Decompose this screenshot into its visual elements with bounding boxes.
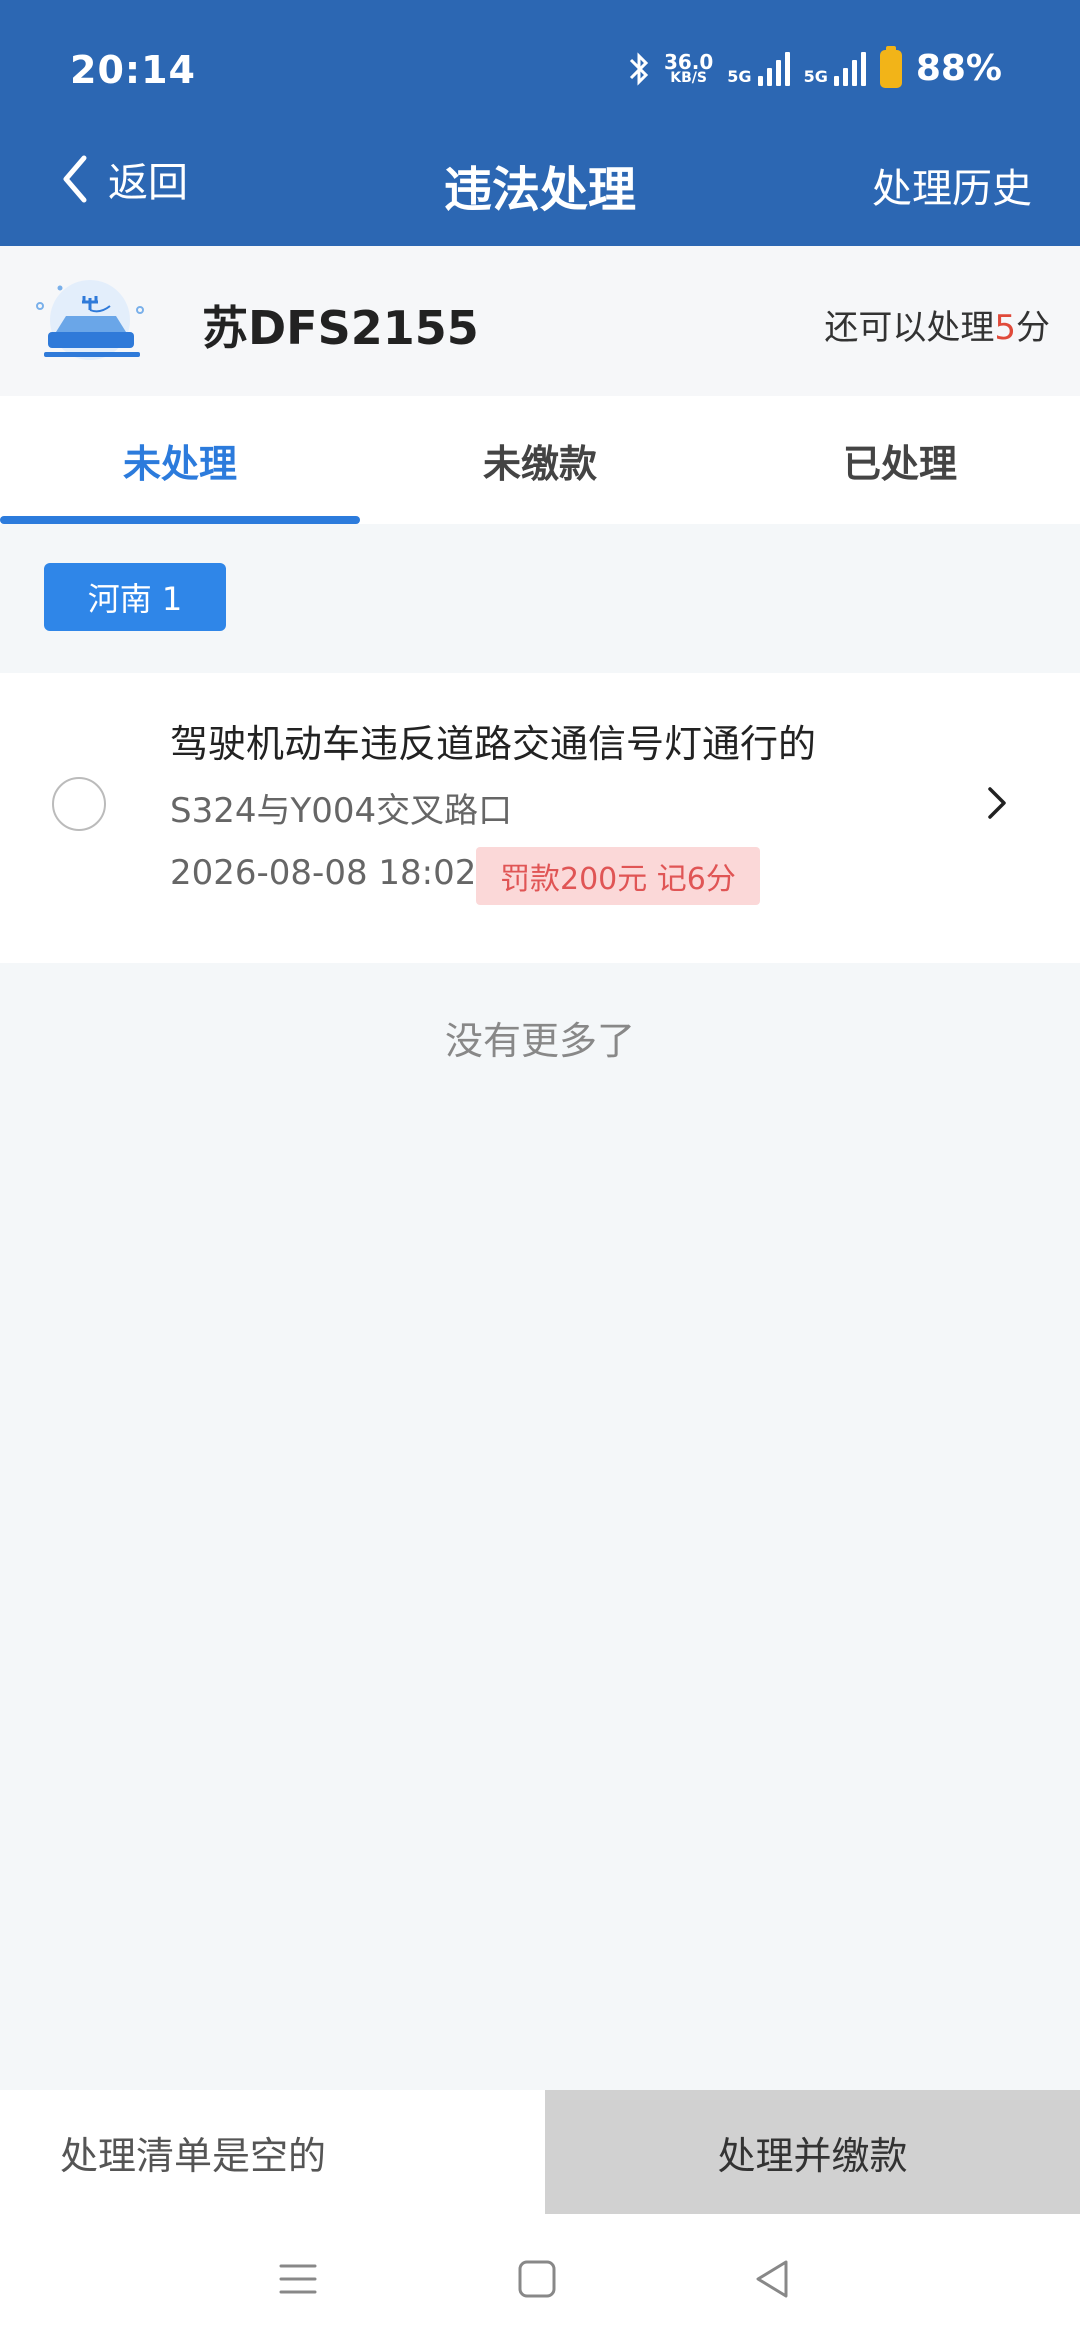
signal-icon — [757, 51, 790, 86]
region-chip[interactable]: 河南 1 — [44, 563, 226, 631]
back-button[interactable]: 返回 — [60, 150, 188, 208]
remaining-count: 5 — [994, 308, 1016, 348]
sim1-label: 5G — [727, 66, 752, 86]
plate-number: 苏DFS2155 — [202, 301, 479, 355]
status-bar: 20:14 36.0 KB/S 5G 5G 88% — [0, 0, 1080, 140]
system-nav-bar — [0, 2214, 1080, 2344]
status-time: 20:14 — [70, 48, 196, 92]
chevron-left-icon — [63, 155, 87, 203]
bluetooth-icon — [629, 51, 649, 86]
menu-icon[interactable] — [273, 2254, 323, 2304]
sim1-signal: 5G — [727, 51, 790, 86]
net-speed-value: 36.0 — [663, 49, 714, 74]
battery-level: 88% — [915, 48, 1002, 89]
header: 20:14 36.0 KB/S 5G 5G 88% 返回 违法处理 处理历史 — [0, 0, 1080, 246]
violation-location: S324与Y004交叉路口 — [170, 791, 513, 831]
list-end-text: 没有更多了 — [444, 1019, 635, 1063]
violation-item[interactable]: 驾驶机动车违反道路交通信号灯通行的 S324与Y004交叉路口 2026-08-… — [0, 673, 1080, 963]
net-speed-unit: KB/S — [670, 69, 707, 86]
violation-time: 2026-08-08 18:02 — [170, 853, 477, 893]
penalty-badge: 罚款200元 记6分 — [476, 847, 760, 905]
tab-unprocessed[interactable]: 未处理 — [0, 396, 360, 524]
battery-icon — [879, 45, 902, 88]
electric-car-icon — [36, 280, 144, 360]
tab-bar: 未处理 未缴款 已处理 — [0, 396, 1080, 524]
bottom-action-bar: 处理清单是空的 处理并缴款 — [0, 2090, 1080, 2214]
back-label: 返回 — [108, 160, 188, 206]
home-icon[interactable] — [512, 2254, 562, 2304]
history-button[interactable]: 处理历史 — [872, 156, 1032, 214]
process-pay-button[interactable]: 处理并缴款 — [545, 2090, 1080, 2214]
remaining-suffix: 分 — [1016, 308, 1050, 348]
back-triangle-icon[interactable] — [748, 2254, 798, 2304]
tab-processed[interactable]: 已处理 — [720, 396, 1080, 524]
vehicle-card: 苏DFS2155 还可以处理5分 — [0, 246, 1080, 396]
net-speed: 36.0 KB/S — [663, 49, 714, 86]
sim2-label: 5G — [803, 66, 828, 86]
status-icons: 36.0 KB/S 5G 5G 88% — [628, 45, 1002, 89]
chevron-right-icon[interactable] — [982, 783, 1012, 823]
nav-bar: 返回 违法处理 处理历史 — [0, 140, 1080, 246]
signal-icon — [833, 51, 866, 86]
remaining-points: 还可以处理5分 — [824, 300, 1050, 349]
select-checkbox[interactable] — [52, 777, 106, 831]
cart-status: 处理清单是空的 — [0, 2090, 545, 2214]
violation-title: 驾驶机动车违反道路交通信号灯通行的 — [170, 722, 817, 766]
violation-page: 20:14 36.0 KB/S 5G 5G 88% 返回 违法处理 处理历史 苏… — [0, 0, 1080, 2344]
sim2-signal: 5G — [803, 51, 866, 86]
tab-unpaid[interactable]: 未缴款 — [360, 396, 720, 524]
remaining-prefix: 还可以处理 — [824, 308, 995, 348]
